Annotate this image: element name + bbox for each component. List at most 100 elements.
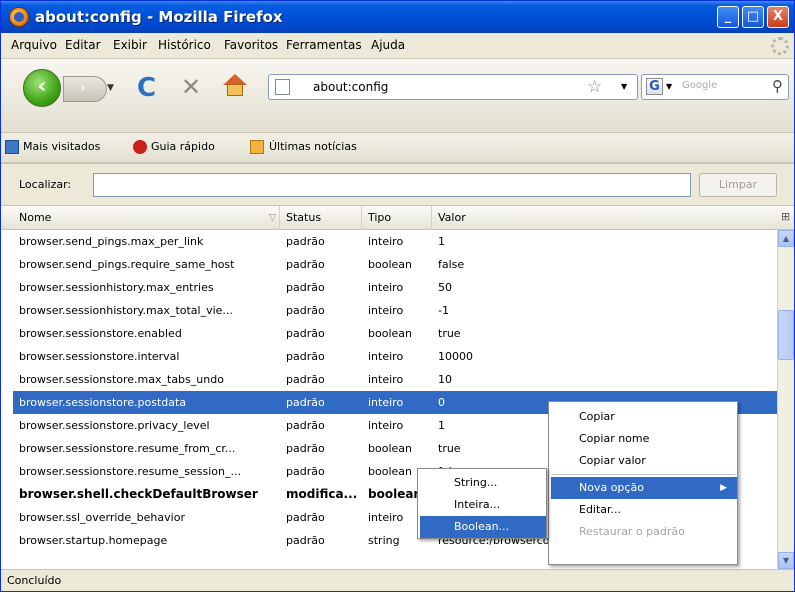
menu-historico[interactable]: Histórico [158, 38, 211, 52]
table-row[interactable]: browser.send_pings.require_same_host padr… [13, 253, 777, 276]
menu-ferramentas[interactable]: Ferramentas [286, 38, 362, 52]
cell-status: padrão [286, 442, 325, 455]
menu-favoritos[interactable]: Favoritos [224, 38, 278, 52]
cell-valor: 50 [438, 281, 452, 294]
vertical-scrollbar[interactable]: ▲ ▼ [777, 230, 794, 570]
bookmarks-toolbar: Mais visitados Guia rápido Últimas notíc… [1, 133, 794, 163]
url-dropdown-icon[interactable]: ▼ [621, 82, 627, 91]
search-input[interactable]: Google [682, 80, 717, 91]
column-picker-icon[interactable]: ⊞ [781, 210, 790, 223]
table-row[interactable]: browser.sessionhistory.max_entries padrão… [13, 276, 777, 299]
cell-status: padrão [286, 304, 325, 317]
filter-input[interactable] [93, 173, 691, 197]
close-button[interactable]: X [767, 6, 789, 28]
menu-arquivo[interactable]: Arquivo [11, 38, 57, 52]
menu-item-copiar-nome[interactable]: Copiar nome [551, 428, 737, 450]
submenu-item-inteira[interactable]: Inteira... [420, 494, 546, 516]
url-bar[interactable]: about:config ☆ ▼ [268, 74, 638, 100]
google-engine-icon[interactable]: G [646, 78, 663, 95]
clear-filter-button[interactable]: Limpar [699, 173, 777, 197]
sort-indicator-icon: ▽ [269, 213, 276, 223]
cell-tipo: boolean [368, 327, 412, 340]
cell-nome: browser.sessionstore.resume_from_cr... [19, 442, 236, 455]
table-row[interactable]: browser.sessionstore.interval padrão intei… [13, 345, 777, 368]
scroll-up-icon[interactable]: ▲ [778, 230, 794, 247]
table-row[interactable]: browser.sessionhistory.max_total_vie... p… [13, 299, 777, 322]
title-bar[interactable]: about:config - Mozilla Firefox _ □ X [1, 1, 794, 33]
menu-item-copiar[interactable]: Copiar [551, 406, 737, 428]
most-visited-icon [5, 140, 19, 154]
cell-nome: browser.sessionstore.resume_session_... [19, 465, 241, 478]
table-row[interactable]: browser.sessionstore.max_tabs_undo padrão… [13, 368, 777, 391]
submenu-nova-opcao: String... Inteira... Boolean... [417, 468, 547, 539]
cell-nome: browser.shell.checkDefaultBrowser [19, 487, 258, 501]
menu-item-editar[interactable]: Editar... [551, 499, 737, 521]
cell-nome: browser.sessionhistory.max_total_vie... [19, 304, 233, 317]
bookmark-ultimas-noticias[interactable]: Últimas notícias [269, 140, 357, 153]
maximize-button[interactable]: □ [742, 6, 764, 28]
menu-item-nova-opcao[interactable]: Nova opção ▶ [551, 477, 737, 499]
table-header: Nome ▽ Status Tipo Valor ⊞ [1, 206, 794, 230]
bookmark-mais-visitados[interactable]: Mais visitados [23, 140, 100, 153]
status-bar: Concluído [1, 569, 794, 591]
getting-started-icon [133, 140, 147, 154]
table-row[interactable]: browser.sessionstore.enabled padrão boolea… [13, 322, 777, 345]
back-button[interactable]: ‹ [23, 69, 61, 107]
context-menu: Copiar Copiar nome Copiar valor Nova opç… [548, 401, 738, 565]
menu-item-copiar-valor[interactable]: Copiar valor [551, 450, 737, 472]
filter-label: Localizar: [19, 178, 72, 191]
minimize-button[interactable]: _ [717, 6, 739, 28]
menu-separator [553, 474, 735, 475]
column-header-tipo[interactable]: Tipo [362, 206, 432, 230]
page-icon [275, 79, 290, 95]
cell-tipo: inteiro [368, 396, 404, 409]
bookmark-star-icon[interactable]: ☆ [587, 77, 602, 97]
menu-ajuda[interactable]: Ajuda [371, 38, 405, 52]
history-dropdown-icon[interactable]: ▼ [107, 83, 114, 93]
cell-nome: browser.ssl_override_behavior [19, 511, 185, 524]
column-header-nome[interactable]: Nome ▽ [13, 206, 280, 230]
cell-status: modifica... [286, 487, 358, 501]
column-header-valor[interactable]: Valor [432, 206, 777, 230]
cell-nome: browser.sessionstore.max_tabs_undo [19, 373, 224, 386]
forward-button[interactable]: › [63, 76, 107, 102]
cell-tipo: boolean [368, 258, 412, 271]
column-header-status[interactable]: Status [280, 206, 362, 230]
bookmark-guia-rapido[interactable]: Guia rápido [151, 140, 215, 153]
cell-valor: 1 [438, 235, 445, 248]
search-icon[interactable]: ⚲ [772, 77, 783, 95]
cell-status: padrão [286, 396, 325, 409]
cell-status: padrão [286, 419, 325, 432]
cell-status: padrão [286, 534, 325, 547]
cell-nome: browser.sessionstore.privacy_level [19, 419, 210, 432]
url-text[interactable]: about:config [313, 80, 388, 94]
menu-item-restaurar-padrao[interactable]: Restaurar o padrão [551, 521, 737, 543]
scroll-thumb[interactable] [778, 310, 794, 360]
cell-valor: 10 [438, 373, 452, 386]
stop-button[interactable]: ✕ [181, 73, 201, 101]
cell-status: padrão [286, 465, 325, 478]
browser-window: about:config - Mozilla Firefox _ □ X Arq… [0, 0, 795, 592]
table-row[interactable]: browser.send_pings.max_per_link padrão int… [13, 230, 777, 253]
navigation-toolbar: › ‹ ▼ C ✕ about:config ☆ ▼ G ▼ Google ⚲ [1, 59, 794, 133]
cell-status: padrão [286, 258, 325, 271]
submenu-item-boolean[interactable]: Boolean... [420, 516, 546, 538]
menu-bar: Arquivo Editar Exibir Histórico Favorito… [1, 33, 794, 59]
firefox-logo-icon [9, 7, 29, 27]
activity-throbber-icon [771, 37, 789, 55]
scroll-down-icon[interactable]: ▼ [778, 552, 794, 569]
search-engine-dropdown-icon[interactable]: ▼ [666, 82, 672, 91]
status-text: Concluído [7, 574, 62, 587]
submenu-item-string[interactable]: String... [420, 472, 546, 494]
menu-editar[interactable]: Editar [65, 38, 101, 52]
cell-status: padrão [286, 350, 325, 363]
cell-status: padrão [286, 281, 325, 294]
window-title: about:config - Mozilla Firefox [35, 8, 283, 26]
menu-exibir[interactable]: Exibir [113, 38, 147, 52]
cell-nome: browser.sessionstore.interval [19, 350, 180, 363]
reload-button[interactable]: C [137, 73, 156, 103]
home-button[interactable] [223, 74, 247, 98]
filter-row: Localizar: Limpar [1, 164, 794, 206]
cell-tipo: inteiro [368, 304, 404, 317]
search-bar[interactable]: G ▼ Google ⚲ [641, 74, 789, 100]
